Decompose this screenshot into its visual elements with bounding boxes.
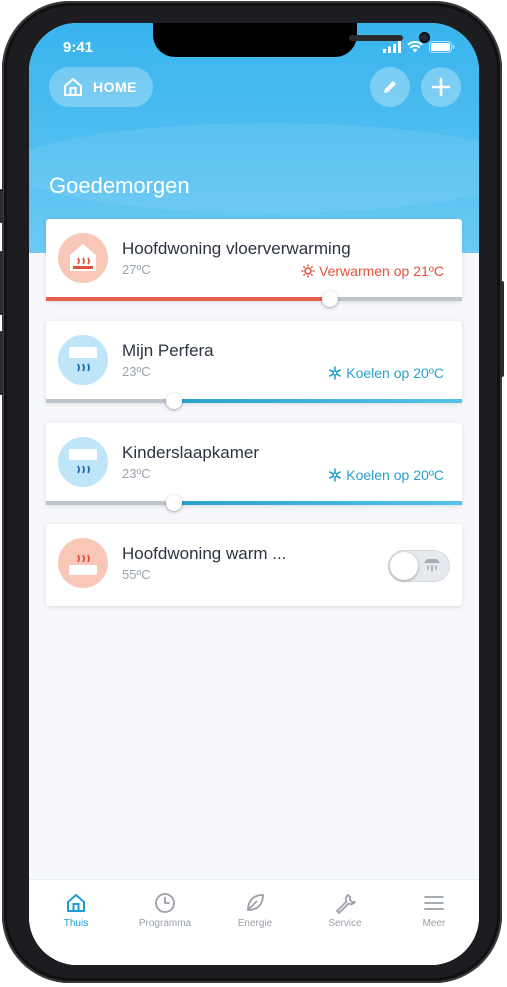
edit-button[interactable] — [370, 67, 410, 107]
air-conditioner-icon — [69, 449, 97, 474]
tab-energie[interactable]: Energie — [215, 888, 295, 929]
shower-icon — [424, 559, 440, 572]
setpoint-slider[interactable] — [46, 393, 462, 409]
device-temperature: 23ºC — [122, 466, 151, 481]
tab-label: Thuis — [63, 918, 89, 929]
device-mode: Verwarmen op 21ºC — [301, 263, 444, 279]
tab-label: Programma — [138, 918, 192, 929]
wrench-icon — [336, 894, 356, 914]
device-avatar — [58, 538, 108, 588]
sun-icon — [301, 264, 315, 278]
tab-programma[interactable]: Programma — [125, 888, 205, 929]
add-button[interactable] — [421, 67, 461, 107]
device-card[interactable]: Kinderslaapkamer 23ºC Koelen op 20ºC — [46, 423, 462, 511]
water-heater-icon — [69, 554, 97, 575]
slider-fill — [174, 399, 462, 403]
status-time: 9:41 — [63, 39, 94, 56]
device-card[interactable]: Mijn Perfera 23ºC Koelen op 20ºC — [46, 321, 462, 409]
tab-thuis[interactable]: Thuis — [36, 888, 116, 929]
slider-knob[interactable] — [322, 291, 338, 307]
slider-fill — [174, 501, 462, 505]
tab-meer[interactable]: Meer — [394, 888, 474, 929]
home-label: HOME — [93, 79, 137, 95]
volume-up-button — [0, 251, 3, 315]
signal-icon — [383, 41, 401, 53]
wifi-icon — [407, 41, 423, 53]
device-mode-label: Koelen op 20ºC — [346, 467, 444, 483]
snowflake-icon — [329, 366, 342, 380]
device-temperature: 55ºC — [122, 567, 151, 582]
device-temperature: 27ºC — [122, 262, 151, 277]
device-power-toggle[interactable] — [388, 550, 450, 582]
home-selector-button[interactable]: HOME — [49, 67, 153, 107]
slider-knob[interactable] — [166, 393, 182, 409]
menu-icon — [424, 896, 444, 910]
bottom-tab-bar: Thuis Programma Energie Service Meer — [29, 879, 479, 965]
tab-service[interactable]: Service — [305, 888, 385, 929]
app-screen: 9:41 HOME Goedemorgen Hoofdwoning vloerv… — [29, 23, 479, 965]
power-button — [500, 281, 504, 377]
snowflake-icon — [329, 468, 342, 482]
slider-knob[interactable] — [166, 495, 182, 511]
setpoint-slider[interactable] — [46, 291, 462, 307]
slider-track — [46, 399, 174, 403]
device-mode: Koelen op 20ºC — [328, 365, 444, 381]
slider-track — [330, 297, 462, 301]
silent-switch — [0, 189, 3, 223]
battery-icon — [429, 41, 455, 53]
device-avatar — [58, 437, 108, 487]
notch — [153, 23, 430, 57]
header-wave — [29, 123, 479, 213]
tab-label: Meer — [422, 918, 446, 929]
setpoint-slider[interactable] — [46, 495, 462, 511]
clock-icon — [155, 893, 175, 913]
greeting-title: Goedemorgen — [49, 173, 190, 198]
device-mode: Koelen op 20ºC — [328, 467, 444, 483]
pencil-icon — [384, 81, 396, 93]
device-name: Hoofdwoning warm ... — [122, 544, 287, 563]
device-card[interactable]: Hoofdwoning vloerverwarming 27ºC Verwarm… — [46, 219, 462, 307]
device-name: Hoofdwoning vloerverwarming — [122, 239, 351, 258]
floor-heating-icon — [70, 244, 96, 271]
device-avatar — [58, 233, 108, 283]
tab-label: Service — [328, 918, 362, 929]
plus-icon — [431, 77, 451, 97]
device-mode-label: Koelen op 20ºC — [346, 365, 444, 381]
house-icon — [64, 78, 82, 96]
device-mode-label: Verwarmen op 21ºC — [319, 263, 444, 279]
phone-frame: 9:41 HOME Goedemorgen Hoofdwoning vloerv… — [0, 1, 504, 983]
device-avatar — [58, 335, 108, 385]
status-icons — [383, 41, 455, 53]
device-name: Mijn Perfera — [122, 341, 214, 360]
device-name: Kinderslaapkamer — [122, 443, 260, 462]
toggle-knob — [390, 552, 418, 580]
device-card[interactable]: Hoofdwoning warm ... 55ºC — [46, 524, 462, 606]
air-conditioner-icon — [69, 347, 97, 372]
volume-down-button — [0, 331, 3, 395]
slider-fill — [46, 297, 330, 301]
leaf-icon — [247, 894, 264, 911]
device-temperature: 23ºC — [122, 364, 151, 379]
tab-label: Energie — [237, 918, 273, 929]
home-icon — [67, 894, 85, 912]
slider-track — [46, 501, 174, 505]
